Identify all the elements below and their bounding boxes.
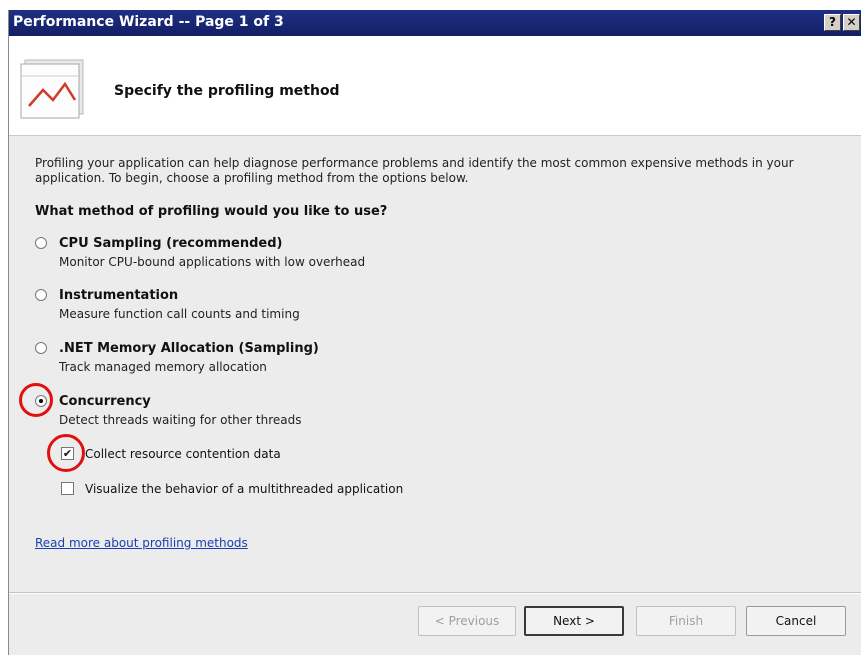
option-label[interactable]: CPU Sampling (recommended) <box>59 236 282 251</box>
option-label[interactable]: Instrumentation <box>59 288 178 303</box>
performance-wizard-dialog: Performance Wizard -- Page 1 of 3 ? ✕ Sp… <box>8 10 861 655</box>
option-description: Measure function call counts and timing <box>59 307 300 321</box>
previous-button[interactable]: < Previous <box>418 606 516 636</box>
radio-cpu-sampling[interactable] <box>35 237 47 249</box>
highlight-circle-radio <box>19 383 53 417</box>
help-button[interactable]: ? <box>824 14 841 31</box>
method-question: What method of profiling would you like … <box>35 204 388 219</box>
checkbox-label[interactable]: Collect resource contention data <box>85 447 281 461</box>
checkbox-visualize-behavior[interactable] <box>61 482 74 495</box>
finish-button[interactable]: Finish <box>636 606 736 636</box>
option-label[interactable]: Concurrency <box>59 394 151 409</box>
option-label[interactable]: .NET Memory Allocation (Sampling) <box>59 341 319 356</box>
option-description: Track managed memory allocation <box>59 360 267 374</box>
close-button[interactable]: ✕ <box>843 14 860 31</box>
wizard-header: Specify the profiling method <box>9 36 861 136</box>
cancel-button[interactable]: Cancel <box>746 606 846 636</box>
next-button[interactable]: Next > <box>524 606 624 636</box>
line-chart-icon <box>15 56 95 124</box>
title-bar: Performance Wizard -- Page 1 of 3 ? ✕ <box>9 10 861 36</box>
checkbox-label[interactable]: Visualize the behavior of a multithreade… <box>85 482 403 496</box>
radio-instrumentation[interactable] <box>35 289 47 301</box>
page-title: Specify the profiling method <box>114 83 340 99</box>
read-more-link[interactable]: Read more about profiling methods <box>35 536 248 550</box>
option-description: Monitor CPU-bound applications with low … <box>59 255 366 269</box>
footer-divider <box>9 592 861 594</box>
radio-memory-allocation[interactable] <box>35 342 47 354</box>
option-description: Detect threads waiting for other threads <box>59 413 302 427</box>
highlight-circle-checkbox <box>47 434 85 472</box>
window-title: Performance Wizard -- Page 1 of 3 <box>13 14 284 30</box>
intro-text: Profiling your application can help diag… <box>35 156 794 185</box>
